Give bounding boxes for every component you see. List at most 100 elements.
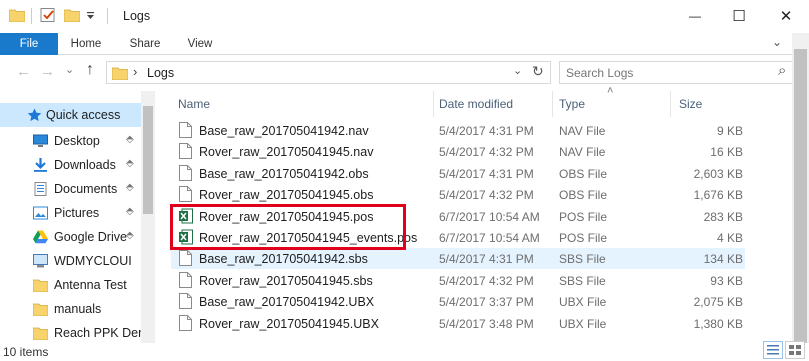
ribbon-tabs: File Home Share View ⌄ ? xyxy=(0,33,809,55)
file-icon xyxy=(179,122,192,138)
file-size: 283 KB xyxy=(703,209,743,224)
back-icon[interactable]: ← xyxy=(16,63,31,80)
title-separator xyxy=(31,8,32,24)
column-separator[interactable] xyxy=(670,91,671,117)
sidebar-item-google-drive[interactable]: Google Drive ⬘ xyxy=(0,225,141,249)
address-bar[interactable]: › Logs ⌄ ↻ xyxy=(106,61,551,84)
column-header-date[interactable]: Date modified xyxy=(439,93,513,115)
file-size: 2,075 KB xyxy=(693,295,743,310)
file-row[interactable]: Base_raw_201705041942.nav 5/4/2017 4:31 P… xyxy=(171,120,745,141)
file-size: 93 KB xyxy=(710,273,743,288)
search-icon[interactable]: ⌕ xyxy=(778,62,786,79)
file-size: 9 KB xyxy=(716,124,743,138)
search-input[interactable] xyxy=(566,65,766,81)
download-icon xyxy=(33,158,48,172)
column-separator[interactable] xyxy=(552,91,553,117)
tab-home[interactable]: Home xyxy=(58,33,114,55)
file-type: SBS File xyxy=(559,273,606,288)
file-row[interactable]: Rover_raw_201705041945.sbs 5/4/2017 4:32 … xyxy=(171,270,745,291)
maximize-button[interactable]: ☐ xyxy=(716,0,762,31)
pin-icon[interactable]: ⬘ xyxy=(126,182,134,193)
tab-file[interactable]: File xyxy=(0,33,58,55)
column-header-size[interactable]: Size xyxy=(679,93,702,115)
file-size: 16 KB xyxy=(710,145,743,160)
column-header-type[interactable]: Type xyxy=(559,93,585,115)
sidebar-item-antenna-test[interactable]: Antenna Test xyxy=(0,273,141,297)
sidebar-item-label: Documents xyxy=(54,182,118,196)
close-button[interactable]: ✕ xyxy=(763,0,809,31)
refresh-icon[interactable]: ↻ xyxy=(532,63,544,80)
status-bar: 10 items xyxy=(0,343,809,361)
breadcrumb-separator[interactable]: › xyxy=(133,64,137,79)
sidebar-item-wdmycloui[interactable]: WDMYCLOUI xyxy=(0,249,141,273)
vertical-scrollbar-thumb[interactable] xyxy=(794,49,807,343)
folder-icon xyxy=(112,67,128,80)
properties-icon[interactable] xyxy=(40,8,56,22)
file-type: SBS File xyxy=(559,252,606,267)
address-dropdown-icon[interactable]: ⌄ xyxy=(513,64,522,77)
maximize-icon: ☐ xyxy=(732,7,746,25)
file-date-modified: 5/4/2017 4:32 PM xyxy=(439,273,534,288)
column-separator[interactable] xyxy=(433,91,434,117)
file-name: Base_raw_201705041942.UBX xyxy=(199,295,375,310)
documents-icon xyxy=(33,182,48,196)
file-name: Rover_raw_201705041945.UBX xyxy=(199,316,379,331)
sidebar-item-label: Desktop xyxy=(54,134,100,148)
nav-scrollbar-thumb[interactable] xyxy=(143,106,153,214)
pin-icon[interactable]: ⬘ xyxy=(126,158,134,169)
file-type: NAV File xyxy=(559,124,606,138)
sidebar-item-manuals[interactable]: manuals xyxy=(0,297,141,321)
file-size: 2,603 KB xyxy=(693,166,743,181)
pin-icon[interactable]: ⬘ xyxy=(126,206,134,217)
tab-view[interactable]: View xyxy=(174,33,226,55)
search-box[interactable]: ⌕ xyxy=(559,61,799,84)
breadcrumb-logs[interactable]: Logs xyxy=(147,66,174,80)
file-icon xyxy=(179,143,192,160)
star-icon xyxy=(27,108,42,122)
file-size: 1,380 KB xyxy=(693,316,743,331)
file-type: NAV File xyxy=(559,145,606,160)
sidebar-item-reach-ppk-demo[interactable]: Reach PPK Demo xyxy=(0,321,155,343)
forward-icon[interactable]: → xyxy=(40,63,55,80)
file-date-modified: 5/4/2017 3:48 PM xyxy=(439,316,534,331)
sidebar-item-pictures[interactable]: Pictures ⬘ xyxy=(0,201,141,225)
file-type: UBX File xyxy=(559,295,607,310)
minimize-icon: — xyxy=(689,8,701,23)
file-date-modified: 5/4/2017 3:37 PM xyxy=(439,295,534,310)
file-row[interactable]: Rover_raw_201705041945.UBX 5/4/2017 3:48 … xyxy=(171,313,745,334)
large-icons-view-button[interactable] xyxy=(785,341,805,359)
file-name: Base_raw_201705041942.obs xyxy=(199,166,369,181)
tab-share[interactable]: Share xyxy=(117,33,173,55)
sidebar-item-desktop[interactable]: Desktop ⬘ xyxy=(0,129,141,153)
column-header-name[interactable]: Name xyxy=(178,93,210,115)
sidebar-item-label: Quick access xyxy=(46,108,121,122)
details-view-icon xyxy=(767,345,779,355)
pin-icon[interactable]: ⬘ xyxy=(126,230,134,241)
folder-icon xyxy=(32,326,49,341)
new-folder-icon[interactable] xyxy=(64,8,80,22)
recent-locations-icon[interactable]: ⌄ xyxy=(65,63,74,76)
expand-ribbon-icon[interactable]: ⌄ xyxy=(772,35,782,49)
sidebar-item-quick-access[interactable]: Quick access xyxy=(0,103,141,127)
sidebar-item-documents[interactable]: Documents ⬘ xyxy=(0,177,141,201)
sidebar-item-downloads[interactable]: Downloads ⬘ xyxy=(0,153,141,177)
file-icon xyxy=(179,164,192,181)
file-type: POS File xyxy=(559,209,608,224)
file-row[interactable]: Base_raw_201705041942.sbs 5/4/2017 4:31 P… xyxy=(171,248,745,270)
up-icon[interactable]: ↑ xyxy=(86,61,94,79)
folder-icon xyxy=(32,278,49,293)
details-view-button[interactable] xyxy=(763,341,783,359)
file-date-modified: 5/4/2017 4:31 PM xyxy=(439,252,534,267)
item-count: 10 items xyxy=(3,345,49,359)
customize-toolbar-icon[interactable] xyxy=(86,11,95,20)
close-icon: ✕ xyxy=(779,7,793,25)
minimize-button[interactable]: — xyxy=(672,0,718,31)
sort-indicator: ˄ xyxy=(607,85,614,97)
google-drive-icon xyxy=(33,230,48,244)
file-row[interactable]: Base_raw_201705041942.obs 5/4/2017 4:31 P… xyxy=(171,163,745,184)
file-row[interactable]: Rover_raw_201705041945.obs 5/4/2017 4:32 … xyxy=(171,184,745,205)
file-type: OBS File xyxy=(559,188,608,203)
pin-icon[interactable]: ⬘ xyxy=(126,134,134,145)
file-row[interactable]: Rover_raw_201705041945.nav 5/4/2017 4:32 … xyxy=(171,141,745,162)
file-row[interactable]: Base_raw_201705041942.UBX 5/4/2017 3:37 P… xyxy=(171,291,745,312)
